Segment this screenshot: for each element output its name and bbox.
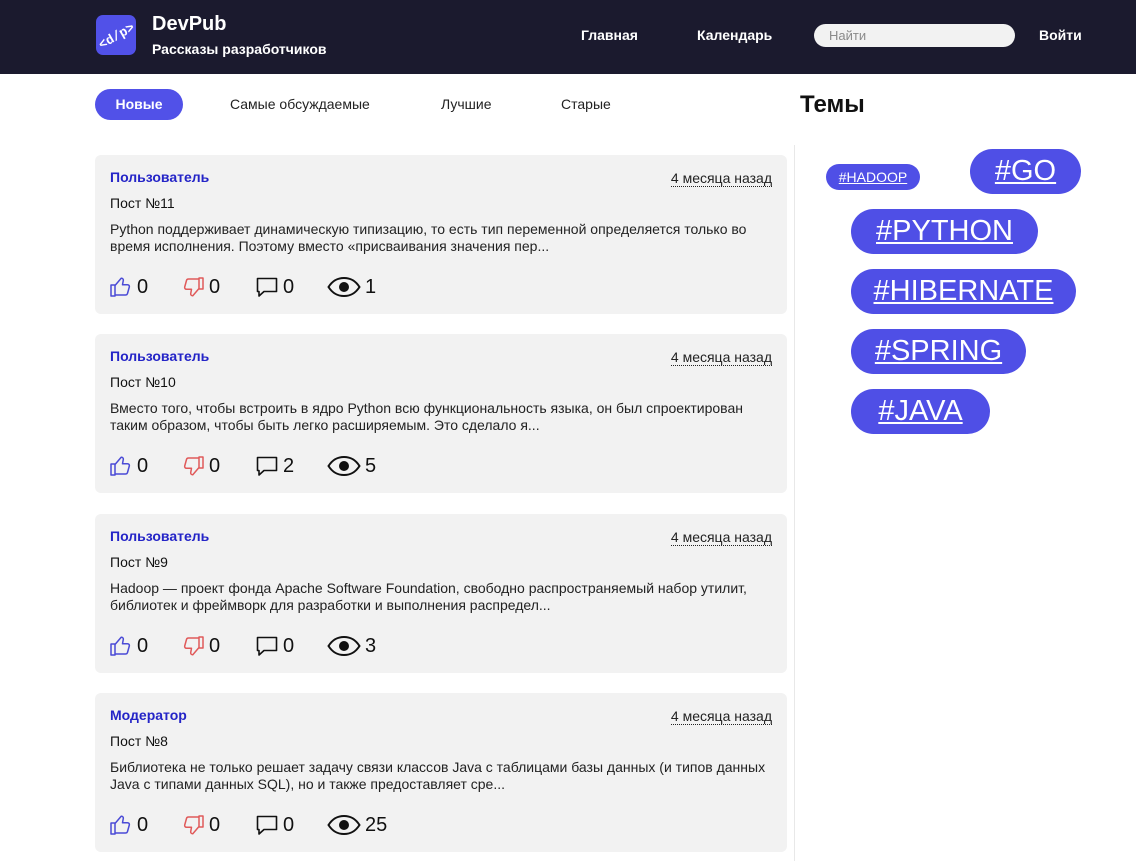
nav-calendar[interactable]: Календарь bbox=[697, 27, 772, 43]
comments-control[interactable]: 0 bbox=[255, 811, 294, 839]
themes-title: Темы bbox=[800, 91, 865, 118]
comment-count: 0 bbox=[283, 275, 295, 298]
comment-icon bbox=[255, 813, 279, 837]
tab-old[interactable]: Старые bbox=[561, 89, 611, 120]
post-author[interactable]: Модератор bbox=[110, 707, 187, 723]
search-input[interactable] bbox=[814, 24, 1015, 47]
post-date[interactable]: 4 месяца назад bbox=[670, 708, 772, 725]
like-control[interactable]: 0 bbox=[109, 273, 148, 301]
tab-most-discussed[interactable]: Самые обсуждаемые bbox=[230, 89, 370, 120]
tag-go[interactable]: #GO bbox=[970, 149, 1081, 194]
comments-control[interactable]: 2 bbox=[255, 452, 294, 480]
dislike-control[interactable]: 0 bbox=[181, 632, 220, 660]
views-stat: 25 bbox=[327, 811, 387, 839]
view-count: 1 bbox=[365, 275, 377, 298]
post-stats: 0 0 0 3 bbox=[109, 632, 409, 660]
comment-icon bbox=[255, 275, 279, 299]
comment-count: 2 bbox=[283, 454, 295, 477]
dislike-control[interactable]: 0 bbox=[181, 811, 220, 839]
column-divider bbox=[794, 145, 795, 861]
dislike-count: 0 bbox=[209, 454, 221, 477]
tag-python[interactable]: #PYTHON bbox=[851, 209, 1038, 254]
comments-control[interactable]: 0 bbox=[255, 273, 294, 301]
comment-count: 0 bbox=[283, 634, 295, 657]
like-count: 0 bbox=[137, 813, 149, 836]
post-excerpt: Hadoop — проект фонда Apache Software Fo… bbox=[110, 580, 747, 613]
post-stats: 0 0 0 25 bbox=[109, 811, 409, 839]
like-count: 0 bbox=[137, 634, 149, 657]
dislike-control[interactable]: 0 bbox=[181, 273, 220, 301]
post-excerpt: Библиотека не только решает задачу связи… bbox=[110, 759, 766, 792]
like-count: 0 bbox=[137, 275, 149, 298]
post-card[interactable]: Пользователь 4 месяца назад Пост №9 Hado… bbox=[95, 514, 787, 673]
dislike-count: 0 bbox=[209, 813, 221, 836]
brand-subtitle: Рассказы разработчиков bbox=[152, 41, 327, 57]
views-stat: 3 bbox=[327, 632, 376, 660]
thumbs-down-icon[interactable] bbox=[181, 275, 205, 299]
site-header: <d/p> DevPub Рассказы разработчиков Глав… bbox=[0, 0, 1136, 74]
post-card[interactable]: Пользователь 4 месяца назад Пост №11 Pyt… bbox=[95, 155, 787, 314]
post-stats: 0 0 2 5 bbox=[109, 452, 409, 480]
eye-icon bbox=[327, 813, 361, 837]
post-title[interactable]: Пост №9 bbox=[110, 554, 168, 570]
post-excerpt: Python поддерживает динамическую типизац… bbox=[110, 221, 747, 254]
thumbs-up-icon[interactable] bbox=[109, 813, 133, 837]
tag-spring[interactable]: #SPRING bbox=[851, 329, 1026, 374]
view-count: 5 bbox=[365, 454, 377, 477]
views-stat: 1 bbox=[327, 273, 376, 301]
login-link[interactable]: Войти bbox=[1039, 27, 1082, 43]
dislike-count: 0 bbox=[209, 275, 221, 298]
post-stats: 0 0 0 1 bbox=[109, 273, 409, 301]
like-control[interactable]: 0 bbox=[109, 452, 148, 480]
post-title[interactable]: Пост №10 bbox=[110, 374, 176, 390]
code-tag-icon: <d/p> bbox=[96, 20, 136, 53]
views-stat: 5 bbox=[327, 452, 376, 480]
post-author[interactable]: Пользователь bbox=[110, 348, 209, 364]
eye-icon bbox=[327, 454, 361, 478]
comment-icon bbox=[255, 634, 279, 658]
brand-title[interactable]: DevPub bbox=[152, 13, 226, 36]
tag-java[interactable]: #JAVA bbox=[851, 389, 990, 434]
comments-control[interactable]: 0 bbox=[255, 632, 294, 660]
thumbs-up-icon[interactable] bbox=[109, 275, 133, 299]
svg-text:<d/p>: <d/p> bbox=[96, 20, 136, 53]
view-count: 25 bbox=[365, 813, 388, 836]
thumbs-up-icon[interactable] bbox=[109, 454, 133, 478]
like-control[interactable]: 0 bbox=[109, 811, 148, 839]
post-date[interactable]: 4 месяца назад bbox=[670, 529, 772, 546]
post-title[interactable]: Пост №11 bbox=[110, 195, 175, 211]
post-excerpt: Вместо того, чтобы встроить в ядро Pytho… bbox=[110, 400, 743, 433]
nav-home[interactable]: Главная bbox=[581, 27, 638, 43]
tab-best[interactable]: Лучшие bbox=[441, 89, 491, 120]
view-count: 3 bbox=[365, 634, 377, 657]
thumbs-up-icon[interactable] bbox=[109, 634, 133, 658]
post-author[interactable]: Пользователь bbox=[110, 169, 209, 185]
post-date[interactable]: 4 месяца назад bbox=[670, 170, 772, 187]
like-count: 0 bbox=[137, 454, 149, 477]
like-control[interactable]: 0 bbox=[109, 632, 148, 660]
tag-hadoop[interactable]: #HADOOP bbox=[826, 164, 920, 190]
dislike-count: 0 bbox=[209, 634, 221, 657]
tag-hibernate[interactable]: #HIBERNATE bbox=[851, 269, 1076, 314]
tab-new[interactable]: Новые bbox=[95, 89, 183, 120]
thumbs-down-icon[interactable] bbox=[181, 813, 205, 837]
post-author[interactable]: Пользователь bbox=[110, 528, 209, 544]
comment-count: 0 bbox=[283, 813, 295, 836]
post-date[interactable]: 4 месяца назад bbox=[670, 349, 772, 366]
eye-icon bbox=[327, 634, 361, 658]
logo[interactable]: <d/p> bbox=[96, 15, 136, 55]
post-title[interactable]: Пост №8 bbox=[110, 733, 168, 749]
thumbs-down-icon[interactable] bbox=[181, 454, 205, 478]
comment-icon bbox=[255, 454, 279, 478]
dislike-control[interactable]: 0 bbox=[181, 452, 220, 480]
eye-icon bbox=[327, 275, 361, 299]
post-card[interactable]: Модератор 4 месяца назад Пост №8 Библиот… bbox=[95, 693, 787, 852]
thumbs-down-icon[interactable] bbox=[181, 634, 205, 658]
post-card[interactable]: Пользователь 4 месяца назад Пост №10 Вме… bbox=[95, 334, 787, 493]
